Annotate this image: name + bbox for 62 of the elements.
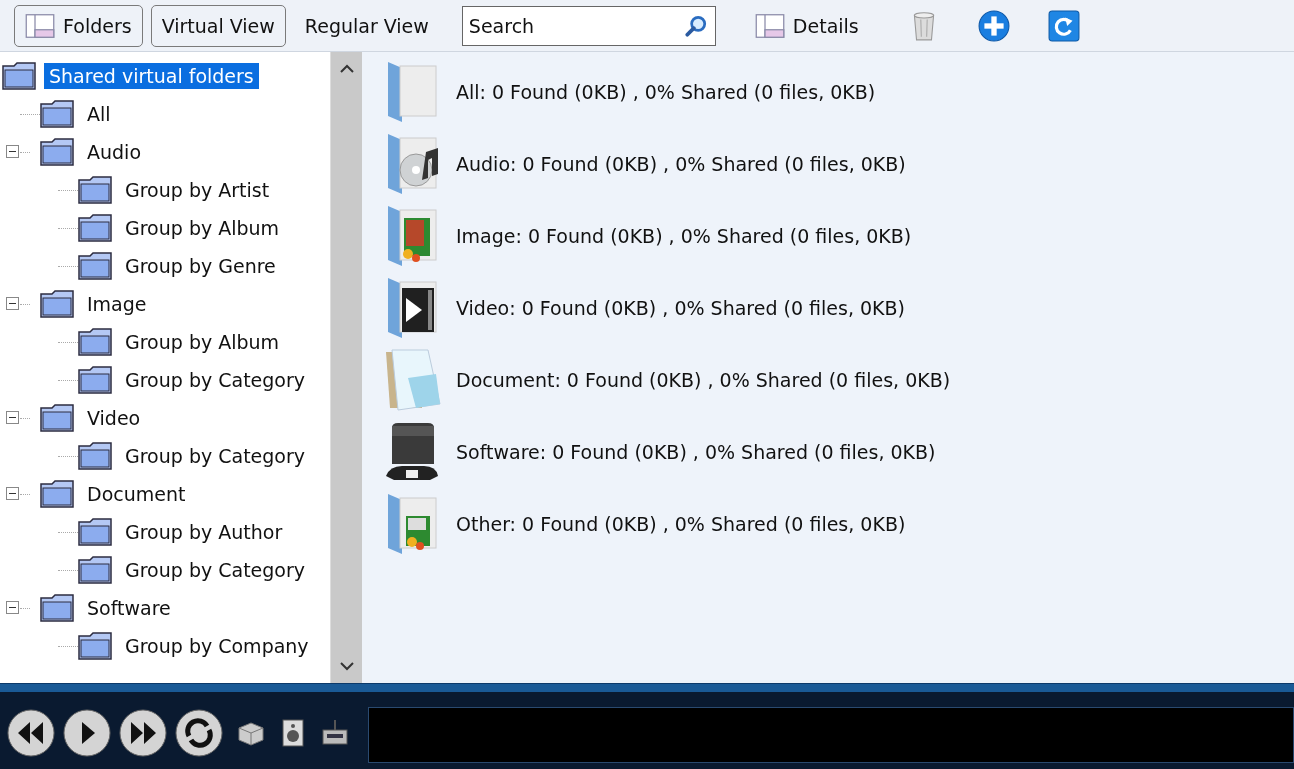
panes-icon <box>25 12 55 39</box>
search-icon <box>683 13 708 38</box>
tree-item[interactable]: Group by Category <box>120 443 311 469</box>
panes-icon <box>754 12 785 39</box>
folder-icon <box>40 290 74 318</box>
folder-icon <box>40 404 74 432</box>
folder-icon <box>40 594 74 622</box>
tree-item[interactable]: Image <box>82 291 152 317</box>
collapse-toggle[interactable] <box>6 487 19 500</box>
tree-item[interactable]: Document <box>82 481 191 507</box>
repeat-button[interactable] <box>174 708 224 758</box>
category-summary: Document: 0 Found (0KB) , 0% Shared (0 files, 0KB) <box>456 369 951 391</box>
scroll-down-icon[interactable] <box>338 661 355 671</box>
category-summary: Software: 0 Found (0KB) , 0% Shared (0 files, 0KB) <box>456 441 936 463</box>
folder-icon <box>40 100 74 128</box>
folder-icon <box>40 138 74 166</box>
folder-icon <box>2 62 36 90</box>
folder-icon <box>78 632 112 660</box>
folders-button[interactable]: Folders <box>14 4 143 47</box>
tree-item[interactable]: All <box>82 101 116 127</box>
fast-forward-button[interactable] <box>118 708 168 758</box>
folder-icon <box>78 176 112 204</box>
collapse-toggle[interactable] <box>6 411 19 424</box>
tree-item[interactable]: Group by Category <box>120 367 311 393</box>
tree-item[interactable]: Group by Genre <box>120 253 281 279</box>
add-icon[interactable] <box>977 9 1010 42</box>
folder-icon <box>78 214 112 242</box>
tree-item[interactable]: Shared virtual folders <box>44 63 259 89</box>
folder-icon <box>40 480 74 508</box>
view-tab[interactable]: Regular View <box>293 4 440 47</box>
rewind-button[interactable] <box>6 708 56 758</box>
category-summary: Other: 0 Found (0KB) , 0% Shared (0 files, 0KB) <box>456 513 906 535</box>
folder-icon <box>78 518 112 546</box>
tree-item[interactable]: Group by Company <box>120 633 314 659</box>
folder-icon <box>78 442 112 470</box>
collapse-toggle[interactable] <box>6 145 19 158</box>
tree-item[interactable]: Group by Artist <box>120 177 275 203</box>
category-summary: Audio: 0 Found (0KB) , 0% Shared (0 files, 0KB) <box>456 153 906 175</box>
tree-item[interactable]: Group by Album <box>120 215 285 241</box>
radio-icon[interactable] <box>320 718 350 748</box>
category-summary: Image: 0 Found (0KB) , 0% Shared (0 files, 0KB) <box>456 225 912 247</box>
refresh-icon[interactable] <box>1047 9 1080 42</box>
play-button[interactable] <box>62 708 112 758</box>
scroll-up-icon[interactable] <box>338 64 355 74</box>
category-summary: Video: 0 Found (0KB) , 0% Shared (0 files, 0KB) <box>456 297 905 319</box>
collapse-toggle[interactable] <box>6 601 19 614</box>
collapse-toggle[interactable] <box>6 297 19 310</box>
folder-icon <box>78 252 112 280</box>
tree-item[interactable]: Group by Category <box>120 557 311 583</box>
folder-icon <box>78 366 112 394</box>
tree-item[interactable]: Group by Album <box>120 329 285 355</box>
tree-item[interactable]: Video <box>82 405 146 431</box>
search-field[interactable]: Search <box>461 5 716 46</box>
folder-icon <box>78 328 112 356</box>
details-button[interactable]: Details <box>743 4 870 47</box>
tree-item[interactable]: Group by Author <box>120 519 288 545</box>
tree-item[interactable]: Audio <box>82 139 146 165</box>
tree-item[interactable]: Software <box>82 595 176 621</box>
folder-icon <box>78 556 112 584</box>
category-summary: All: 0 Found (0KB) , 0% Shared (0 files, 0KB) <box>456 81 876 103</box>
view-tab[interactable]: Virtual View <box>150 4 286 47</box>
scrollbar[interactable] <box>330 52 362 683</box>
